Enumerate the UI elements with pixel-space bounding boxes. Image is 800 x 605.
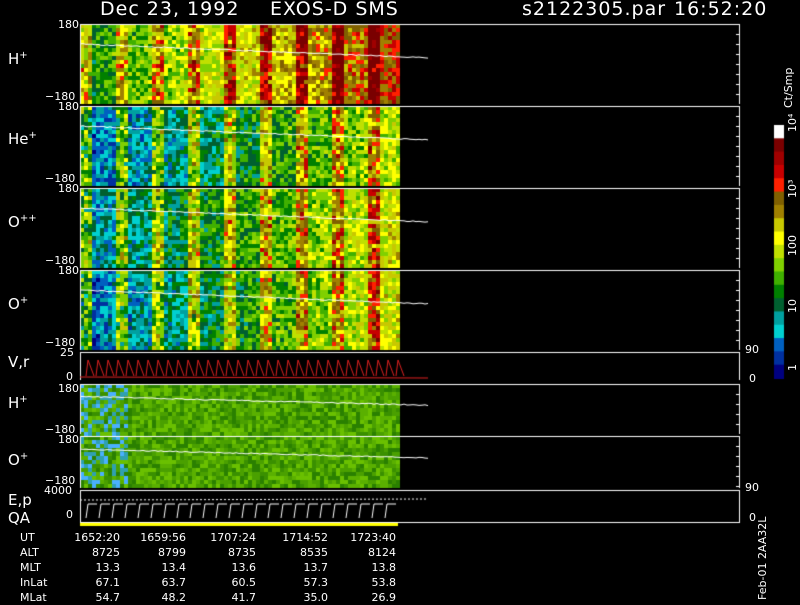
ytick-opp-top: 180 bbox=[58, 182, 79, 195]
panel-label-o-plus-2: O+ bbox=[8, 451, 29, 469]
ut-row-mlat: MLat 54.7 48.2 41.7 35.0 26.9 bbox=[0, 591, 500, 605]
ut-row-alt: ALT 8725 8799 8735 8535 8124 bbox=[0, 546, 500, 560]
footer-id: Feb-01 2AA32L bbox=[756, 516, 769, 600]
ut-value: 8735 bbox=[228, 546, 256, 559]
ut-value: 48.2 bbox=[161, 591, 187, 604]
ut-value: 13.4 bbox=[161, 561, 187, 574]
ut-value: 8799 bbox=[158, 546, 186, 559]
ut-row-inlat: InLat 67.1 63.7 60.5 57.3 53.8 bbox=[0, 576, 500, 590]
colorbar-unit: Ct/Smp bbox=[782, 67, 795, 108]
panel-label-qa: QA bbox=[8, 509, 31, 527]
ut-value: 1714:52 bbox=[282, 531, 328, 544]
ut-value: 13.8 bbox=[371, 561, 397, 574]
ytick-h-top: 180 bbox=[58, 18, 79, 31]
ut-value: 1723:40 bbox=[350, 531, 396, 544]
panel-label-he-plus: He+ bbox=[8, 130, 37, 148]
ut-row-name: InLat bbox=[20, 576, 48, 589]
ut-value: 8535 bbox=[300, 546, 328, 559]
spectrogram-canvas bbox=[0, 0, 800, 600]
ytick-o2-top: 180 bbox=[58, 433, 79, 446]
rtick-ep-top: 90 bbox=[745, 481, 759, 494]
ut-row-ut: UT 1652:20 1659:56 1707:24 1714:52 1723:40 bbox=[0, 531, 500, 545]
panel-label-ep: E,p bbox=[8, 491, 32, 509]
ut-value: 1652:20 bbox=[74, 531, 120, 544]
ytick-he-top: 180 bbox=[58, 100, 79, 113]
ut-value: 13.6 bbox=[231, 561, 257, 574]
ut-row-name: ALT bbox=[20, 546, 39, 559]
ut-row-name: UT bbox=[20, 531, 35, 544]
cbar-tick-5: 1 bbox=[786, 364, 799, 371]
ut-value: 8725 bbox=[92, 546, 120, 559]
instrument-title: EXOS-D SMS bbox=[270, 0, 399, 20]
ut-row-name: MLat bbox=[20, 591, 47, 604]
ytick-vr-top: 25 bbox=[60, 346, 74, 359]
ut-value: 67.1 bbox=[95, 576, 121, 589]
panel-label-vr: V,r bbox=[8, 353, 30, 371]
ut-value: 13.7 bbox=[303, 561, 329, 574]
panel-label-o-plus: O+ bbox=[8, 295, 29, 313]
ytick-ep-bot: 0 bbox=[66, 508, 73, 521]
rtick-vr-bot: 0 bbox=[749, 372, 756, 385]
panel-label-h-plus: H+ bbox=[8, 50, 28, 68]
ut-value: 63.7 bbox=[161, 576, 187, 589]
ut-value: 60.5 bbox=[231, 576, 257, 589]
cbar-tick-4: 10 bbox=[786, 299, 799, 313]
ut-value: 54.7 bbox=[95, 591, 121, 604]
cbar-tick-2: 10³ bbox=[786, 179, 799, 198]
cbar-tick-3: 100 bbox=[786, 235, 799, 256]
ytick-h2-top: 180 bbox=[58, 382, 79, 395]
file-title: s2122305.par bbox=[522, 0, 667, 20]
ut-row-name: MLT bbox=[20, 561, 41, 574]
title-bar: Dec 23, 1992 EXOS-D SMS s2122305.par 16:… bbox=[0, 0, 800, 22]
ytick-op-top: 180 bbox=[58, 264, 79, 277]
cbar-tick-1: 10⁴ bbox=[786, 113, 799, 132]
ytick-ep-top: 4000 bbox=[44, 484, 72, 497]
date-title: Dec 23, 1992 bbox=[100, 0, 240, 20]
ut-value: 26.9 bbox=[371, 591, 397, 604]
ut-value: 1659:56 bbox=[140, 531, 186, 544]
panel-label-o-plusplus: O++ bbox=[8, 213, 37, 231]
panel-label-h-plus-2: H+ bbox=[8, 394, 28, 412]
ut-value: 1707:24 bbox=[210, 531, 256, 544]
rtick-vr-top: 90 bbox=[745, 343, 759, 356]
ut-value: 13.3 bbox=[95, 561, 121, 574]
ut-value: 57.3 bbox=[303, 576, 329, 589]
ut-value: 35.0 bbox=[303, 591, 329, 604]
time-title: 16:52:20 bbox=[674, 0, 768, 20]
ut-row-mlt: MLT 13.3 13.4 13.6 13.7 13.8 bbox=[0, 561, 500, 575]
ut-value: 53.8 bbox=[371, 576, 397, 589]
ut-value: 8124 bbox=[368, 546, 396, 559]
rtick-ep-bot: 0 bbox=[749, 511, 756, 524]
ut-value: 41.7 bbox=[231, 591, 257, 604]
